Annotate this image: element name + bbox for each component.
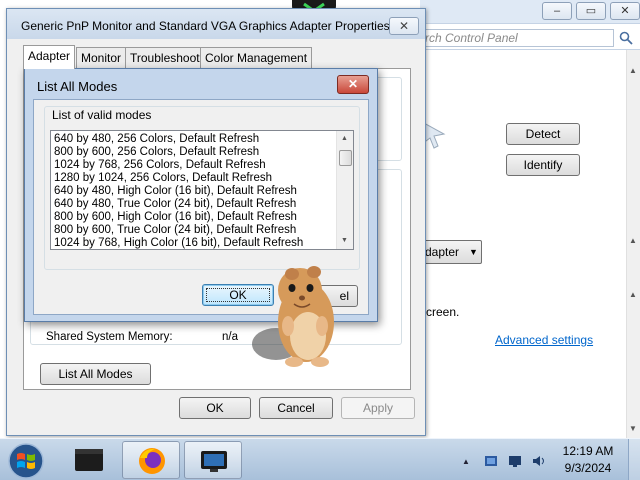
control-panel-titlebar: – ▭ ✕ — [420, 0, 640, 24]
list-item[interactable]: 800 by 600, 256 Colors, Default Refresh — [54, 146, 259, 159]
list-item[interactable]: 1024 by 768, 256 Colors, Default Refresh — [54, 159, 266, 172]
start-button[interactable] — [4, 441, 46, 479]
tab-troubleshoot[interactable]: Troubleshoot — [125, 47, 205, 69]
display-dropdown-value: dapter — [425, 245, 460, 259]
modes-close-button[interactable]: ✕ — [337, 75, 369, 94]
search-input[interactable]: rch Control Panel — [422, 29, 614, 47]
show-desktop-button[interactable] — [628, 439, 640, 480]
taskbar-app-display[interactable] — [184, 441, 242, 479]
modes-scrollbar[interactable]: ▲ ▼ — [336, 131, 353, 249]
tab-adapter[interactable]: Adapter — [23, 45, 76, 69]
list-all-modes-button[interactable]: List All Modes — [40, 363, 151, 385]
scroll-down-icon[interactable]: ▼ — [629, 424, 637, 433]
chevron-down-icon: ▼ — [469, 247, 478, 257]
terminal-icon — [75, 449, 103, 471]
tab-monitor[interactable]: Monitor — [76, 47, 127, 69]
scroll-up-icon[interactable]: ▲ — [629, 66, 637, 75]
control-panel-window: – ▭ ✕ rch Control Panel ▲ ▲ ▲ ▼ — [420, 0, 640, 438]
maximize-button[interactable]: ▭ — [576, 2, 606, 20]
display-dropdown[interactable]: dapter ▼ — [420, 240, 482, 264]
list-item[interactable]: 640 by 480, True Color (24 bit), Default… — [54, 198, 296, 211]
clock-date: 9/3/2024 — [564, 461, 612, 475]
list-item[interactable]: 800 by 600, High Color (16 bit), Default… — [54, 211, 297, 224]
clock-time: 12:19 AM — [562, 444, 614, 458]
search-icon[interactable] — [619, 31, 633, 45]
list-item[interactable]: 640 by 480, 256 Colors, Default Refresh — [54, 133, 259, 146]
tab-color-management[interactable]: Color Management — [200, 47, 313, 69]
scroll-up-icon[interactable]: ▲ — [629, 290, 637, 299]
network-tray-icon[interactable] — [484, 455, 498, 467]
system-clock[interactable]: 12:19 AM 9/3/2024 — [556, 443, 620, 477]
minimize-button[interactable]: – — [542, 2, 572, 20]
scroll-thumb[interactable] — [339, 150, 352, 166]
valid-modes-label: List of valid modes — [50, 108, 154, 122]
shared-memory-label: Shared System Memory: — [46, 331, 173, 343]
screen-text: creen. — [426, 305, 460, 319]
cancel-button[interactable]: Cancel — [259, 397, 333, 419]
detect-button[interactable]: Detect — [506, 123, 580, 145]
identify-button[interactable]: Identify — [506, 154, 580, 176]
control-panel-scrollbar[interactable]: ▲ ▲ ▲ ▼ — [626, 50, 640, 438]
taskbar-app-terminal[interactable] — [60, 441, 118, 479]
taskbar: ▲ 12:19 AM 9/3/2024 — [0, 438, 640, 480]
address-bar: rch Control Panel — [420, 26, 640, 50]
scroll-up-icon[interactable]: ▲ — [629, 236, 637, 245]
shared-memory-value: n/a — [222, 331, 238, 343]
scroll-up-icon[interactable]: ▲ — [341, 135, 348, 142]
list-item[interactable]: 800 by 600, True Color (24 bit), Default… — [54, 224, 296, 237]
windows-logo-icon — [8, 443, 44, 479]
modes-listbox[interactable]: 640 by 480, 256 Colors, Default Refresh … — [50, 130, 354, 250]
list-item[interactable]: 1024 by 768, High Color (16 bit), Defaul… — [54, 237, 303, 249]
display-settings-icon — [201, 451, 227, 472]
hamster-sticker-icon — [252, 266, 334, 367]
tray-expand-icon[interactable]: ▲ — [462, 457, 470, 466]
modes-dialog-title: List All Modes — [37, 79, 118, 94]
list-item[interactable]: 1280 by 1024, 256 Colors, Default Refres… — [54, 172, 272, 185]
taskbar-app-firefox[interactable] — [122, 441, 180, 479]
advanced-settings-link[interactable]: Advanced settings — [495, 333, 593, 347]
dialog-title: Generic PnP Monitor and Standard VGA Gra… — [21, 19, 390, 33]
dialog-close-button[interactable]: ✕ — [389, 17, 419, 35]
dialog-titlebar: Generic PnP Monitor and Standard VGA Gra… — [7, 9, 425, 39]
volume-icon[interactable] — [532, 455, 546, 467]
firefox-icon — [139, 448, 165, 474]
scroll-down-icon[interactable]: ▼ — [341, 237, 348, 244]
ok-button[interactable]: OK — [179, 397, 251, 419]
apply-button[interactable]: Apply — [341, 397, 415, 419]
close-button[interactable]: ✕ — [610, 2, 640, 20]
display-tray-icon[interactable] — [508, 455, 522, 467]
list-item[interactable]: 640 by 480, High Color (16 bit), Default… — [54, 185, 297, 198]
